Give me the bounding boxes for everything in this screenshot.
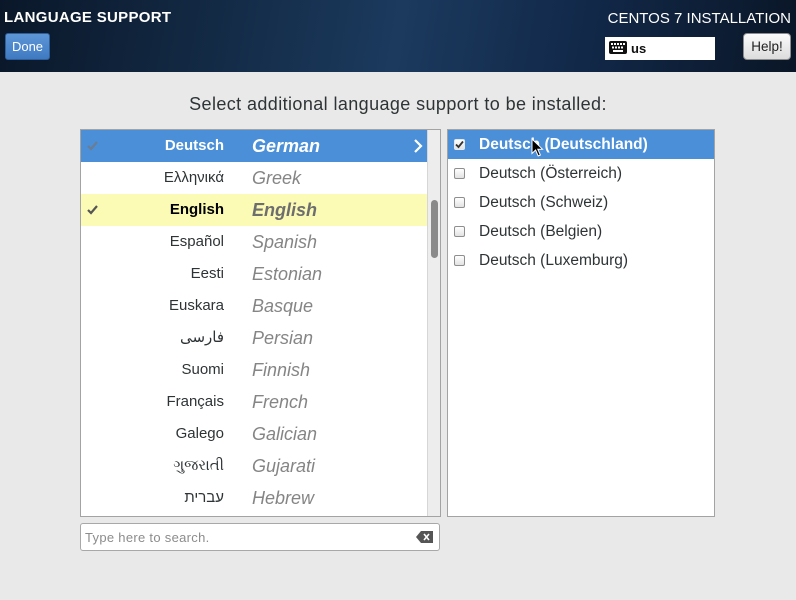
language-native-name: Español [169, 233, 224, 250]
locale-label: Deutsch (Deutschland) [479, 136, 648, 153]
mouse-cursor-icon [531, 138, 544, 157]
checkbox-icon[interactable] [454, 168, 465, 179]
language-english-name: German [252, 136, 321, 156]
language-row-german[interactable]: Deutsch German [81, 130, 427, 162]
language-english-name: Finnish [252, 360, 311, 380]
language-english-name: Gujarati [252, 456, 316, 476]
language-row-french[interactable]: Français French [81, 386, 427, 418]
checkbox-icon[interactable] [454, 255, 465, 266]
language-native-name: فارسی [179, 329, 224, 346]
language-list-scrollbar[interactable] [427, 130, 440, 516]
language-rows: Deutsch German Ελληνικά Greek English En… [81, 130, 427, 514]
language-row-galician[interactable]: Galego Galician [81, 418, 427, 450]
help-button[interactable]: Help! [743, 33, 791, 60]
checkbox-icon[interactable] [454, 197, 465, 208]
scrollbar-thumb[interactable] [431, 200, 438, 258]
locale-row-luxemburg[interactable]: Deutsch (Luxemburg) [448, 246, 714, 275]
header-bar: LANGUAGE SUPPORT Done CENTOS 7 INSTALLAT… [0, 0, 796, 72]
language-native-name: עברית [184, 489, 224, 506]
language-search[interactable] [80, 523, 440, 551]
language-row-spanish[interactable]: Español Spanish [81, 226, 427, 258]
instruction-text: Select additional language support to be… [189, 94, 607, 114]
language-row-persian[interactable]: فارسی Persian [81, 322, 427, 354]
language-row-hebrew[interactable]: עברית Hebrew [81, 482, 427, 514]
locale-row-schweiz[interactable]: Deutsch (Schweiz) [448, 188, 714, 217]
locale-label: Deutsch (Luxemburg) [479, 252, 629, 269]
done-button[interactable]: Done [5, 33, 50, 60]
checkbox-icon[interactable] [454, 139, 465, 150]
language-native-name: English [169, 201, 224, 218]
keyboard-layout-indicator[interactable]: us [605, 37, 715, 60]
language-native-name: Euskara [168, 297, 224, 314]
language-english-name: Hebrew [252, 488, 315, 508]
search-input[interactable] [85, 524, 411, 550]
page-title: LANGUAGE SUPPORT [4, 9, 172, 26]
language-row-estonian[interactable]: Eesti Estonian [81, 258, 427, 290]
language-english-name: French [252, 392, 309, 412]
language-native-name: Galego [175, 425, 224, 442]
language-english-name: Persian [252, 328, 314, 348]
language-english-name: Estonian [252, 264, 323, 284]
product-title: CENTOS 7 INSTALLATION [607, 10, 791, 27]
locale-label: Deutsch (Schweiz) [479, 194, 609, 211]
language-list[interactable]: Deutsch German Ελληνικά Greek English En… [80, 129, 441, 517]
language-english-name: Galician [252, 424, 318, 444]
language-native-name: Français [166, 393, 224, 410]
language-english-name: Basque [252, 296, 314, 316]
checkbox-icon[interactable] [454, 226, 465, 237]
keyboard-icon [609, 41, 627, 54]
language-native-name: ગુજરાતી [173, 457, 224, 474]
check-icon [455, 140, 464, 149]
locale-row-deutschland[interactable]: Deutsch (Deutschland) [448, 130, 714, 159]
language-native-name: Ελληνικά [163, 169, 224, 186]
language-native-name: Suomi [181, 361, 224, 378]
locale-label: Deutsch (Belgien) [479, 223, 603, 240]
keyboard-layout-label: us [631, 41, 647, 56]
locale-label: Deutsch (Österreich) [479, 165, 622, 182]
locale-list[interactable]: Deutsch (Deutschland) Deutsch (Österreic… [447, 129, 715, 517]
language-row-basque[interactable]: Euskara Basque [81, 290, 427, 322]
language-row-finnish[interactable]: Suomi Finnish [81, 354, 427, 386]
chevron-right-icon [414, 139, 423, 153]
language-english-name: English [252, 200, 318, 220]
clear-text-icon[interactable] [416, 531, 433, 543]
locale-row-belgien[interactable]: Deutsch (Belgien) [448, 217, 714, 246]
language-row-greek[interactable]: Ελληνικά Greek [81, 162, 427, 194]
language-english-name: Greek [252, 168, 302, 188]
language-native-name: Deutsch [164, 137, 224, 154]
locale-row-oesterreich[interactable]: Deutsch (Österreich) [448, 159, 714, 188]
language-english-name: Spanish [252, 232, 318, 252]
language-row-english[interactable]: English English [81, 194, 427, 226]
language-row-gujarati[interactable]: ગુજરાતી Gujarati [81, 450, 427, 482]
language-native-name: Eesti [190, 265, 224, 282]
